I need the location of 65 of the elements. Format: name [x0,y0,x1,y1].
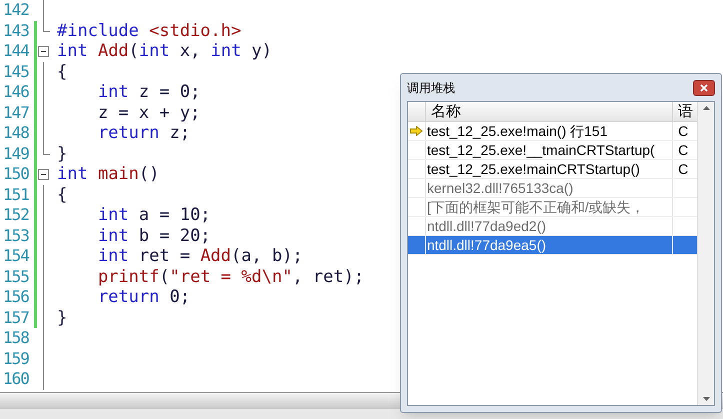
frame-language: C [678,123,688,139]
frame-language: C [678,161,688,177]
stack-frame-row[interactable]: test_12_25.exe!mainCRTStartup() C [408,160,697,179]
line-number: 145 [2,62,30,82]
line-number: 147 [2,102,30,123]
line-number: 149 [2,144,30,164]
stack-frame-row[interactable]: ntdll.dll!77da9ed2() [408,217,697,236]
stack-frame-row[interactable]: test_12_25.exe!__tmainCRTStartup( C [408,141,697,160]
frame-name: kernel32.dll!765133ca() [426,179,674,197]
line-number: 154 [2,246,30,266]
scroll-up-icon[interactable] [702,106,710,110]
line-number: 156 [2,287,30,308]
collapse-icon[interactable] [38,169,49,180]
collapse-icon[interactable] [38,46,49,57]
column-header[interactable]: 名称 [426,102,674,121]
line-number: 151 [2,184,30,205]
code-line: return z; [96,123,190,144]
line-number: 153 [2,226,30,246]
code-line: #include <stdio.h> [57,20,242,41]
column-header[interactable]: 语 [673,102,697,121]
line-number: 160 [2,369,30,390]
line-number: 144 [2,41,30,62]
code-line: int Add(int x, int y) [57,41,272,62]
line-number: 152 [2,205,30,226]
code-line: } [57,144,68,164]
code-line: return 0; [96,287,190,308]
frame-name: test_12_25.exe!main() 行151 [426,122,674,140]
frame-name: ntdll.dll!77da9ed2() [426,217,674,235]
code-line: int ret = Add(a, b); [96,246,303,266]
line-number: 148 [2,123,30,144]
code-line: int a = 10; [96,205,211,226]
close-button[interactable] [693,80,715,96]
line-number: 157 [2,308,30,328]
frame-name: test_12_25.exe!mainCRTStartup() [426,160,674,178]
fold-end-line [43,20,50,32]
vertical-scrollbar[interactable] [697,102,714,405]
arrow-icon [410,126,423,136]
close-icon [700,84,708,92]
frame-name: ntdll.dll!77da9ea5() [426,236,674,254]
stack-frame-row[interactable]: [下面的框架可能不正确和/或缺失， [408,198,697,217]
code-line: { [57,184,68,205]
code-line: int b = 20; [96,226,211,246]
line-number: 155 [2,266,30,287]
line-number: 150 [2,164,30,184]
code-line: } [57,308,68,328]
code-line: { [57,62,68,82]
stack-frame-row[interactable]: ntdll.dll!77da9ea5() [408,236,697,255]
scroll-down-icon[interactable] [702,397,710,401]
frame-name: test_12_25.exe!__tmainCRTStartup( [426,141,674,159]
line-number: 159 [2,348,30,369]
stack-frame-row[interactable]: test_12_25.exe!main() 行151 C [408,122,697,141]
code-line: printf("ret = %d\n", ret); [96,266,364,287]
code-line: int main() [57,164,160,184]
fold-end-line [43,144,50,154]
frame-language: C [678,142,688,158]
fold-line [43,0,44,20]
frame-name: [下面的框架可能不正确和/或缺失， [426,198,674,216]
line-number: 142 [2,0,30,20]
window-title: 调用堆栈 [407,80,455,96]
stack-frame-row[interactable]: kernel32.dll!765133ca() [408,179,697,198]
line-number: 146 [2,82,30,102]
code-line: int z = 0; [96,82,200,102]
code-line: z = x + y; [96,102,200,123]
line-number: 158 [2,328,30,348]
line-number: 143 [2,20,30,41]
